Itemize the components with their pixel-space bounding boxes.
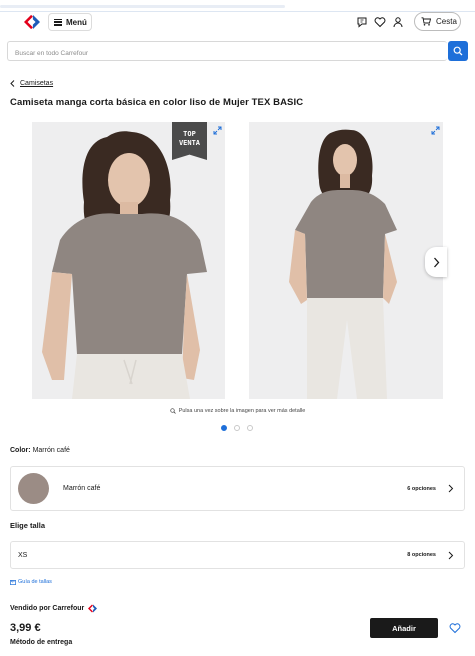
seller-info: Vendido por Carrefour [10,604,98,613]
hamburger-icon [54,18,62,26]
breadcrumb-link-camisetas[interactable]: Camisetas [20,80,53,87]
delivery-method-title: Método de entrega [10,639,73,646]
badge-line2: VENTA [178,139,201,147]
cart-label: Cesta [436,17,457,26]
product-title: Camiseta manga corta básica en color lis… [10,97,304,108]
product-price: 3,99 € [10,622,41,634]
chevron-right-icon [433,257,439,267]
scroll-indicator [0,5,285,8]
size-options-count: 8 opciones [407,552,436,558]
zoom-icon [170,408,176,414]
product-image-full[interactable] [249,122,443,399]
heart-icon[interactable] [374,16,386,28]
expand-icon[interactable] [431,126,440,135]
top-venta-badge: TOP VENTA [172,122,207,160]
size-guide-link[interactable]: Guía de tallas [10,579,52,585]
image-zoom-hint: Pulsa una vez sobre la imagen para ver m… [0,408,475,414]
color-label: Color: Marrón café [10,447,70,454]
badge-line1: TOP [183,130,196,138]
chevron-left-icon [10,80,15,87]
cart-button[interactable]: Cesta [414,12,461,31]
menu-label: Menú [66,17,87,27]
chevron-right-icon [448,551,454,559]
site-header: Menú Cesta [0,12,475,36]
add-to-cart-button[interactable]: Añadir [370,618,438,638]
search-icon [453,46,463,56]
search-bar [7,41,447,63]
color-selector[interactable]: Marrón café 6 opciones [10,466,465,511]
size-selector[interactable]: XS 8 opciones [10,541,465,569]
model-full-illustration [249,122,443,399]
search-input[interactable] [8,44,447,63]
model-front-illustration [32,122,225,399]
size-title: Elige talla [10,521,46,530]
color-option-name: Marrón café [63,485,101,492]
chevron-right-icon [448,484,454,493]
gallery-dots [221,425,253,431]
menu-button[interactable]: Menú [48,13,92,31]
color-swatch [18,473,49,504]
gallery-dot-2[interactable] [234,425,240,431]
chat-icon[interactable] [356,16,368,28]
user-icon[interactable] [392,16,404,28]
gallery-dot-3[interactable] [247,425,253,431]
image-hint-text: Pulsa una vez sobre la imagen para ver m… [178,408,306,414]
seller-text: Vendido por Carrefour [10,605,85,612]
color-label-key: Color: [10,447,31,454]
breadcrumb: Camisetas [10,80,53,87]
gallery-next-button[interactable] [425,247,447,277]
browser-top-strip [0,0,475,12]
gallery-dot-1[interactable] [221,425,227,431]
color-options-count: 6 opciones [407,485,436,492]
expand-icon[interactable] [213,126,222,135]
product-image-front[interactable]: TOP VENTA [32,122,225,399]
color-label-value: Marrón café [32,447,70,454]
cart-icon [421,17,431,26]
carrefour-logo-icon[interactable] [23,14,41,30]
favorite-heart-icon[interactable] [449,622,461,634]
carrefour-logo-icon [88,604,98,613]
size-guide-label: Guía de tallas [18,579,52,585]
size-value: XS [18,551,28,559]
ruler-icon [10,579,16,585]
search-button[interactable] [448,41,468,61]
